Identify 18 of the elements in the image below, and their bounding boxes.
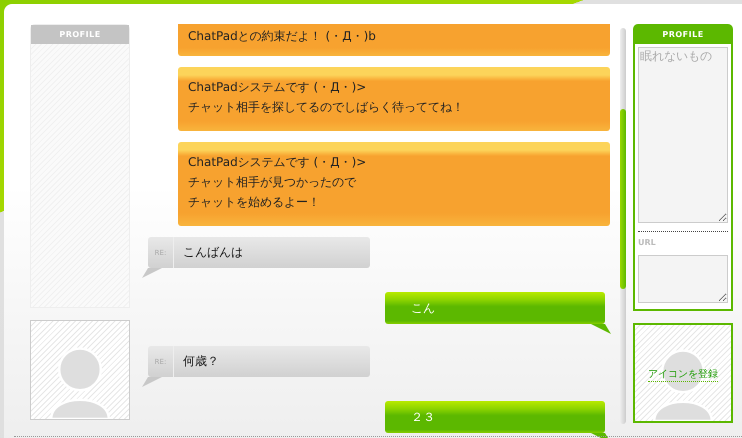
message-text: こんばんは <box>182 244 243 261</box>
message-text: ChatPadシステムです (・Д・)> チャット相手が見つかったので チャットを始めるよー！ <box>188 154 368 211</box>
bubble-tail <box>591 324 611 334</box>
url-field[interactable] <box>638 255 728 303</box>
profile-textarea[interactable]: 眠れないもの <box>638 47 728 223</box>
message-text: ChatPadとの約束だよ！ (・Д・)b <box>188 28 377 45</box>
panel-title: PROFILE <box>635 25 731 44</box>
scroll-thumb[interactable] <box>620 109 626 289</box>
panel-title: PROFILE <box>31 25 129 44</box>
bubble-tail <box>142 268 162 278</box>
message-text: ２３ <box>410 408 435 426</box>
message-text: 何歳？ <box>182 353 219 370</box>
register-icon-link[interactable]: アイコンを登録 <box>648 367 718 382</box>
message-text: こん <box>410 300 435 316</box>
bubble-tail <box>142 377 162 387</box>
url-label: URL <box>638 238 657 247</box>
scrollbar[interactable] <box>620 28 626 424</box>
message-text: ChatPadシステムです (・Д・)> チャット相手を探してるのでしばらく待っててね！ <box>188 79 465 116</box>
